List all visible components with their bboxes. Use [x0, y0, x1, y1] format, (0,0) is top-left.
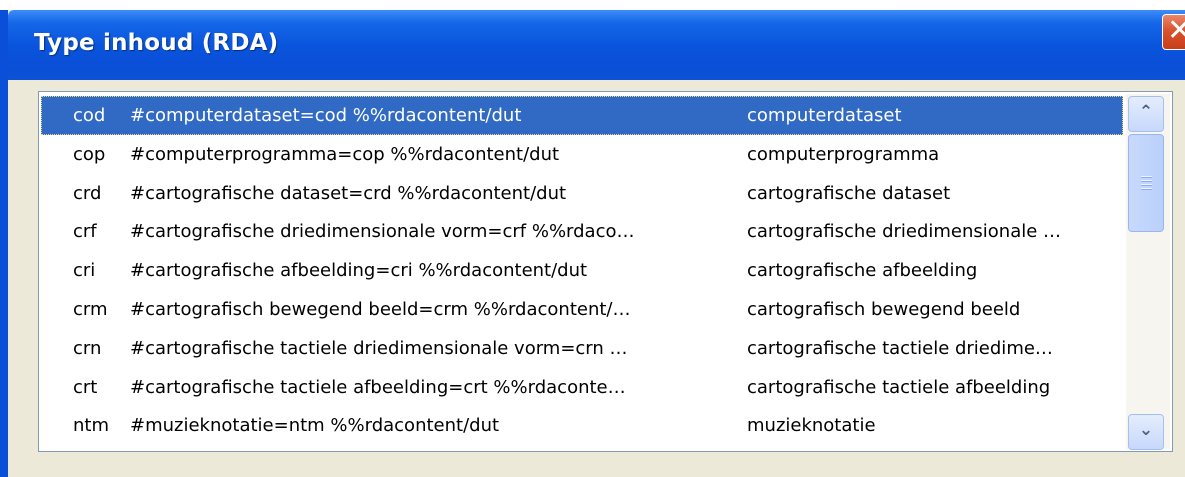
list-item[interactable]: crd #cartografische dataset=crd %%rdacont… — [41, 174, 1123, 213]
scroll-up-button[interactable]: ⌃ — [1128, 96, 1164, 132]
item-description: #cartografische tactiele afbeelding=crt … — [130, 376, 626, 398]
grip-line — [1141, 188, 1152, 189]
scroll-down-button[interactable]: ⌄ — [1128, 414, 1164, 450]
item-label: muzieknotatie — [747, 415, 876, 437]
item-code: cop — [73, 143, 106, 165]
close-icon: ✕ — [1167, 13, 1185, 48]
item-code: crf — [73, 221, 97, 243]
item-label: cartografische dataset — [747, 182, 951, 204]
list-item[interactable]: crm #cartografisch bewegend beeld=crm %%r… — [41, 290, 1123, 329]
item-description: #cartografische dataset=crd %%rdacontent… — [130, 182, 567, 204]
grip-line — [1141, 184, 1152, 185]
grip-line — [1141, 176, 1152, 177]
list-rows: cod #computerdataset=cod %%rdacontent/dut… — [41, 96, 1123, 445]
title-bar[interactable]: Type inhoud (RDA) — [8, 10, 1185, 80]
item-description: #computerprogramma=cop %%rdacontent/dut — [130, 143, 560, 165]
item-label: cartografische tactiele afbeelding — [747, 376, 1051, 398]
item-label: cartografische afbeelding — [747, 260, 978, 282]
item-code: crm — [73, 298, 108, 320]
grip-line — [1141, 180, 1152, 181]
list-item[interactable]: cop #computerprogramma=cop %%rdacontent/d… — [41, 135, 1123, 174]
item-label: computerdataset — [747, 105, 902, 126]
list-item[interactable]: crn #cartografische tactiele driedimensio… — [41, 329, 1123, 368]
item-label: cartografisch bewegend beeld — [747, 298, 1021, 320]
arrow-up-icon: ⌃ — [1138, 102, 1154, 122]
item-label: cartografische driedimensionale … — [747, 221, 1062, 243]
item-description: #cartografische tactiele driedimensional… — [130, 337, 628, 359]
content-type-list[interactable]: cod #computerdataset=cod %%rdacontent/dut… — [38, 91, 1173, 452]
item-code: crn — [73, 337, 102, 359]
list-item[interactable]: crf #cartografische driedimensionale vorm… — [41, 212, 1123, 251]
scroll-thumb[interactable] — [1128, 134, 1164, 232]
item-description: #muzieknotatie=ntm %%rdacontent/dut — [130, 415, 500, 437]
item-description: #cartografische afbeelding=cri %%rdacont… — [130, 260, 588, 282]
item-code: crd — [73, 182, 102, 204]
item-code: crt — [73, 376, 98, 398]
arrow-down-icon: ⌄ — [1138, 420, 1154, 440]
item-description: #cartografisch bewegend beeld=crm %%rdac… — [130, 298, 631, 320]
list-item[interactable]: ntm #muzieknotatie=ntm %%rdacontent/dut mu… — [41, 406, 1123, 445]
list-item[interactable]: cri #cartografische afbeelding=cri %%rdac… — [41, 251, 1123, 290]
vertical-scrollbar[interactable]: ⌃ ⌄ — [1126, 94, 1170, 450]
item-label: cartografische tactiele driedime… — [747, 337, 1053, 359]
close-button[interactable]: ✕ — [1162, 13, 1185, 50]
item-code: cri — [73, 260, 96, 282]
item-code: cod — [73, 105, 106, 126]
item-description: #cartografische driedimensionale vorm=cr… — [130, 221, 635, 243]
item-code: ntm — [73, 415, 109, 437]
list-item[interactable]: cod #computerdataset=cod %%rdacontent/dut… — [41, 96, 1123, 135]
dialog-title: Type inhoud (RDA) — [34, 30, 279, 56]
item-label: computerprogramma — [747, 143, 940, 165]
list-item[interactable]: crt #cartografische tactiele afbeelding=c… — [41, 368, 1123, 407]
item-description: #computerdataset=cod %%rdacontent/dut — [130, 105, 522, 126]
